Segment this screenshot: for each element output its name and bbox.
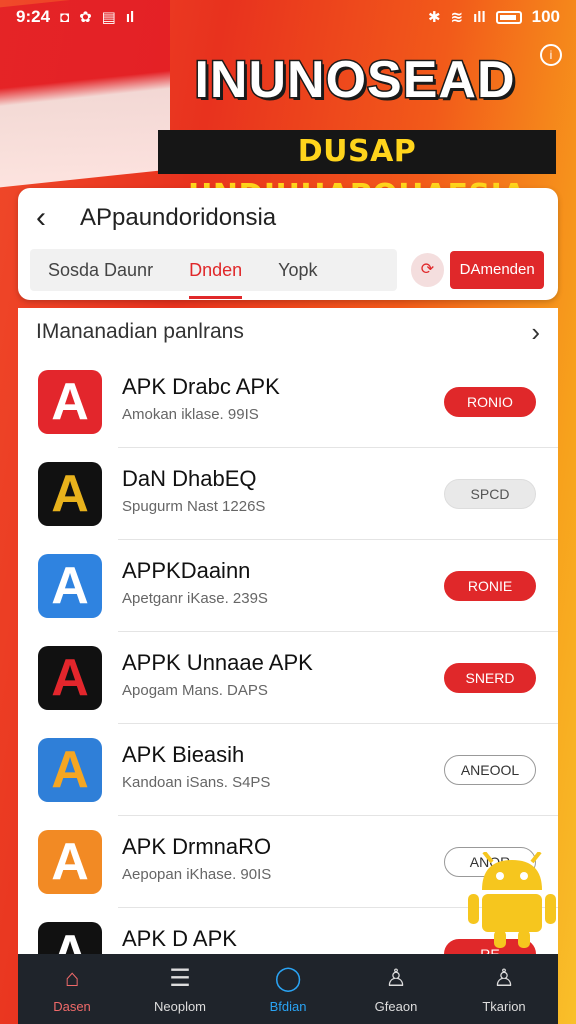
- app-list-item[interactable]: A APK Drabc APK Amokan iklase. 99IS RONIO: [18, 356, 558, 448]
- nav-label: Gfeaon: [374, 998, 418, 1014]
- profile-alt-icon: ♙: [493, 964, 515, 992]
- app-name: APPKDaainn: [122, 558, 251, 583]
- list-icon: ☰: [169, 964, 191, 992]
- section-title: IMananadian panlrans: [36, 320, 244, 343]
- app-name: APK D APK: [122, 926, 237, 951]
- section-header[interactable]: IMananadian panlrans ›: [18, 308, 558, 356]
- status-bar: 9:24 ◘ ✿ ▤ ıl ✱ ≋ ıll 100: [0, 0, 576, 34]
- app-meta: Kandoan iSans. S4PS: [122, 774, 271, 791]
- nav-label: Neoplom: [153, 998, 207, 1014]
- cell-signal-icon: ıll: [473, 8, 486, 26]
- app-action-button[interactable]: SPCD: [444, 479, 536, 509]
- header-card: ‹ APpaundoridonsia Sosda Daunr Dnden Yop…: [18, 188, 558, 300]
- app-list-item[interactable]: A APPKDaainn Apetganr iKase. 239S RONIE: [18, 540, 558, 632]
- nav-item-profile-alt[interactable]: ♙ Tkarion: [450, 954, 558, 1024]
- message-icon: ▤: [101, 9, 116, 26]
- notification-icon: ◘: [60, 8, 70, 26]
- signal-small-icon: ıl: [125, 8, 135, 26]
- nav-label: Bfdian: [269, 998, 307, 1014]
- apk-a-orange-icon[interactable]: A: [38, 830, 102, 894]
- app-name: APPK Unnaae APK: [122, 650, 313, 675]
- app-name: APK Bieasih: [122, 742, 245, 767]
- app-list-item[interactable]: A APPK Unnaae APK Apogam Mans. DAPS SNERD: [18, 632, 558, 724]
- app-action-button[interactable]: SNERD: [444, 663, 536, 693]
- apk-a-red-icon[interactable]: A: [38, 370, 102, 434]
- app-action-button[interactable]: RONIO: [444, 387, 536, 417]
- app-list-item[interactable]: A DaN DhabEQ Spugurm Nast 1226S SPCD: [18, 448, 558, 540]
- wifi-icon: ≋: [450, 9, 464, 26]
- circle-icon: ◯: [274, 964, 302, 992]
- download-button[interactable]: DAmenden: [450, 251, 544, 289]
- app-name: APK DrmnaRO: [122, 834, 272, 859]
- app-list-item[interactable]: A APK Bieasih Kandoan iSans. S4PS ANEOOL: [18, 724, 558, 816]
- tab-dnden[interactable]: Dnden: [171, 249, 260, 299]
- nav-item-profile[interactable]: ♙ Gfeaon: [342, 954, 450, 1024]
- chevron-right-icon[interactable]: ›: [531, 317, 540, 348]
- nav-item-home[interactable]: ⌂ Dasen: [18, 954, 126, 1024]
- bluetooth-icon: ✱: [427, 9, 441, 26]
- tab-sosda-daunr[interactable]: Sosda Daunr: [30, 249, 171, 291]
- page-title: APpaundoridonsia: [80, 204, 277, 231]
- app-meta: Apetganr iKase. 239S: [122, 590, 268, 607]
- tab-yopk[interactable]: Yopk: [260, 249, 335, 291]
- battery-level: 100: [531, 7, 560, 26]
- app-action-button[interactable]: ANEOOL: [444, 755, 536, 785]
- app-meta: Amokan iklase. 99IS: [122, 406, 259, 423]
- tab-bar: Sosda Daunr Dnden Yopk: [30, 249, 397, 299]
- nav-label: Dasen: [53, 998, 91, 1014]
- status-time: 9:24: [16, 7, 51, 26]
- info-icon[interactable]: i: [540, 44, 562, 66]
- apk-a-black-white-icon[interactable]: A: [38, 922, 102, 958]
- banner-title: INUNOSEAD: [193, 50, 516, 111]
- apk-a-dark-icon[interactable]: A: [38, 646, 102, 710]
- bottom-navigation: ⌂ Dasen ☰ Neoplom ◯ Bfdian ♙ Gfeaon ♙ Tkarion: [18, 954, 558, 1024]
- android-mascot-icon: [468, 852, 556, 948]
- apk-a-blue-orange-icon[interactable]: A: [38, 738, 102, 802]
- nav-item-circle[interactable]: ◯ Bfdian: [234, 954, 342, 1024]
- nav-label: Tkarion: [482, 998, 526, 1014]
- app-meta: Aepopan iKhase. 90IS: [122, 866, 272, 883]
- app-name: DaN DhabEQ: [122, 466, 257, 491]
- banner-subtitle: DUSAP UNDIUHAPOHAESIA: [158, 130, 556, 213]
- apk-a-blue-icon[interactable]: A: [38, 554, 102, 618]
- app-name: APK Drabc APK: [122, 374, 280, 399]
- settings-icon: ✿: [79, 9, 92, 26]
- app-meta: Spugurm Nast 1226S: [122, 498, 266, 515]
- battery-icon: [495, 10, 522, 24]
- back-arrow-icon[interactable]: ‹: [36, 201, 66, 235]
- app-action-button[interactable]: RONIE: [444, 571, 536, 601]
- app-meta: Apogam Mans. DAPS: [122, 682, 268, 699]
- apk-a-black-icon[interactable]: A: [38, 462, 102, 526]
- profile-icon: ♙: [385, 964, 407, 992]
- nav-item-list[interactable]: ☰ Neoplom: [126, 954, 234, 1024]
- home-icon: ⌂: [64, 964, 80, 992]
- refresh-icon[interactable]: ⟳: [410, 253, 445, 287]
